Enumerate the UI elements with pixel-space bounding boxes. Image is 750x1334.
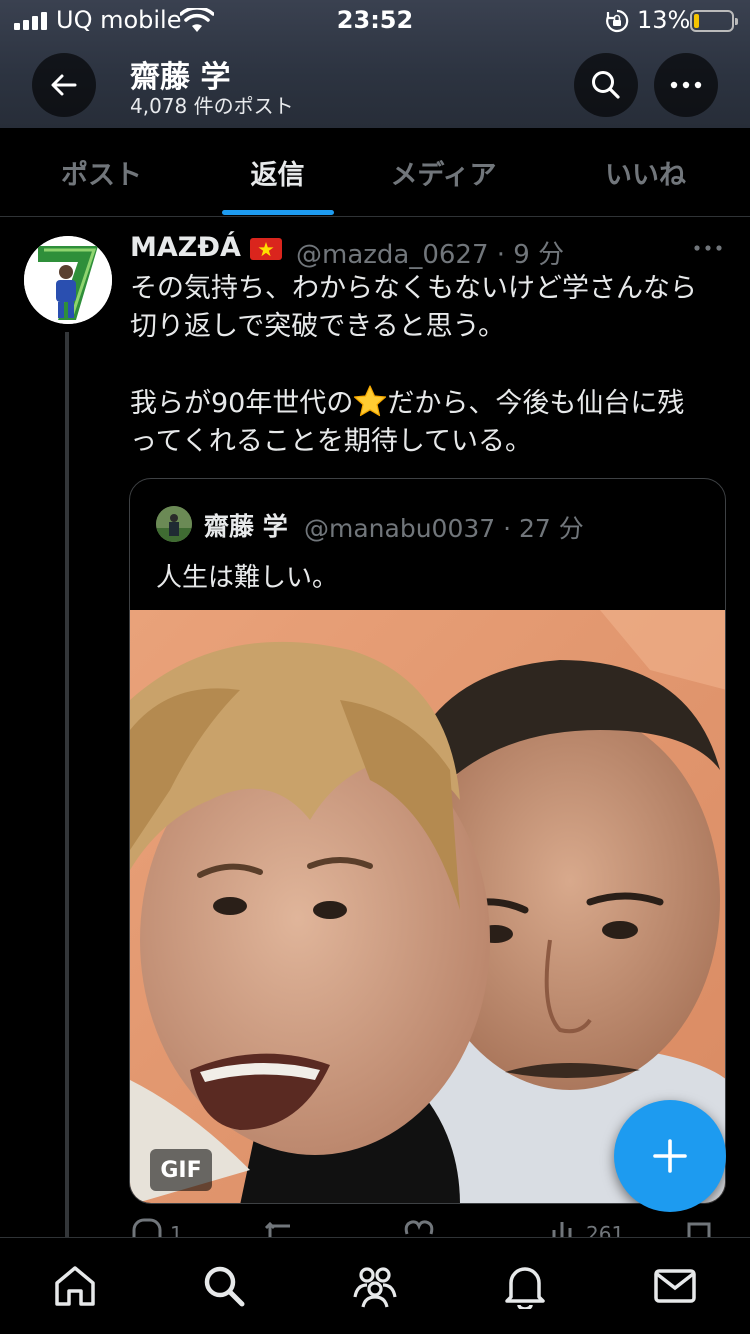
- wifi-icon: [180, 8, 214, 32]
- quoted-author-name: 齋藤 学: [204, 512, 288, 541]
- tweet-header: MAZĐÁ @mazda_0627 · 9 分: [130, 230, 670, 270]
- views-button[interactable]: [550, 1218, 580, 1238]
- tweet-line: その気持ち、わからなくもないけど学さんなら: [130, 273, 697, 304]
- reply-button[interactable]: [130, 1218, 162, 1238]
- like-button[interactable]: [404, 1218, 434, 1238]
- tab-posts[interactable]: ポスト: [8, 128, 195, 216]
- compose-button[interactable]: [614, 1100, 726, 1212]
- home-icon: [55, 1266, 95, 1306]
- gif-badge: GIF: [150, 1149, 212, 1191]
- heart-icon: [404, 1220, 434, 1235]
- back-button[interactable]: [32, 53, 96, 117]
- vietnam-flag-icon: [250, 238, 282, 260]
- tweet-author-name[interactable]: MAZĐÁ: [130, 232, 241, 263]
- repost-button[interactable]: [264, 1218, 298, 1238]
- reply-count: 1: [170, 1222, 183, 1238]
- tweet-line: 我らが90年世代の だから、今後も仙台に残: [130, 384, 730, 423]
- nav-messages[interactable]: [649, 1260, 701, 1312]
- communities-icon: [353, 1267, 397, 1308]
- share-button[interactable]: [686, 1218, 712, 1238]
- star-emoji: [354, 385, 387, 417]
- tab-media[interactable]: メディア: [350, 128, 537, 216]
- quoted-author-avatar: [156, 506, 192, 542]
- tweet-text: その気持ち、わからなくもないけど学さんなら 切り返しで突破できると思う。 我らが…: [130, 270, 730, 461]
- tweet-line: [130, 346, 730, 384]
- tweet-line: 切り返しで突破できると思う。: [130, 311, 506, 342]
- search-icon: [204, 1266, 245, 1307]
- search-button[interactable]: [574, 53, 638, 117]
- bell-icon: [505, 1267, 545, 1309]
- avatar-image: [24, 236, 112, 324]
- repost-icon: [264, 1221, 290, 1238]
- tweet-line: ってくれることを期待している。: [130, 426, 533, 457]
- nav-communities[interactable]: [349, 1260, 401, 1312]
- share-icon: [687, 1222, 711, 1238]
- battery-icon: [690, 10, 738, 32]
- tab-likes[interactable]: いいね: [552, 128, 739, 216]
- reply-icon: [132, 1218, 162, 1238]
- cellular-signal-icon: [14, 12, 48, 30]
- nav-home[interactable]: [49, 1260, 101, 1312]
- more-options-button[interactable]: [654, 53, 718, 117]
- more-horizontal-icon[interactable]: [692, 238, 724, 258]
- status-bar: UQ mobile 23:52 13%: [0, 0, 750, 44]
- quoted-handle-time: @manabu0037 · 27 分: [304, 514, 584, 543]
- status-time: 23:52: [336, 6, 414, 34]
- profile-tabs: ポスト 返信 メディア いいね: [0, 128, 750, 217]
- battery-percent: 13%: [637, 6, 691, 34]
- search-icon: [592, 71, 620, 99]
- nav-explore[interactable]: [198, 1260, 250, 1312]
- quoted-tweet-card[interactable]: 齋藤 学 @manabu0037 · 27 分 人生は難しい。 GIF: [129, 478, 726, 1204]
- tweet-actions: 1 261: [130, 1218, 730, 1238]
- rotation-lock-icon: [606, 9, 629, 33]
- carrier-name: UQ mobile: [56, 6, 182, 34]
- tab-replies[interactable]: 返信: [184, 128, 371, 216]
- plus-icon: [653, 1139, 687, 1173]
- views-icon: [552, 1222, 572, 1238]
- view-count: 261: [586, 1222, 625, 1238]
- more-horizontal-icon: [670, 81, 702, 89]
- arrow-left-icon: [51, 74, 77, 96]
- top-bar: UQ mobile 23:52 13% 齋藤 学 4,078 件のポスト: [0, 0, 750, 128]
- mail-icon: [654, 1269, 696, 1303]
- active-tab-indicator: [222, 210, 334, 215]
- nav-notifications[interactable]: [499, 1260, 551, 1312]
- tweet-handle-time[interactable]: @mazda_0627 · 9 分: [296, 234, 564, 271]
- thread-line: [65, 332, 69, 1242]
- post-count: 4,078 件のポスト: [130, 94, 294, 118]
- quoted-tweet-text: 人生は難しい。: [156, 563, 339, 593]
- author-avatar[interactable]: [24, 236, 112, 324]
- bottom-navigation: [0, 1237, 750, 1334]
